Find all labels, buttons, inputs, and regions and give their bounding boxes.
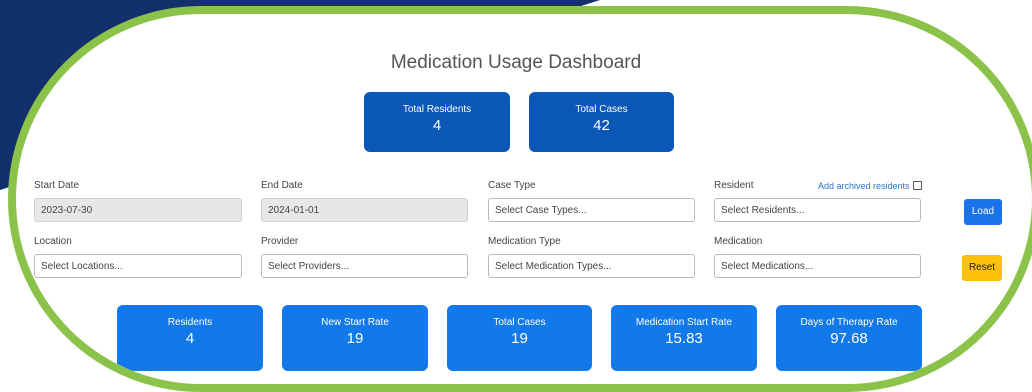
- resident-label: Resident: [714, 180, 754, 191]
- kpi-total-cases: Total Cases 42: [529, 92, 674, 152]
- kpi-label: Total Cases: [493, 317, 546, 328]
- resident-select[interactable]: Select Residents...: [714, 198, 921, 222]
- kpi-value: 42: [593, 117, 610, 134]
- provider-select[interactable]: Select Providers...: [261, 254, 468, 278]
- archived-label[interactable]: Add archived residents: [818, 181, 910, 191]
- start-date-field[interactable]: 2023-07-30: [34, 198, 242, 222]
- medication-type-select[interactable]: Select Medication Types...: [488, 254, 695, 278]
- medication-select[interactable]: Select Medications...: [714, 254, 921, 278]
- medication-label: Medication: [714, 236, 763, 247]
- location-select[interactable]: Select Locations...: [34, 254, 242, 278]
- kpi-value: 19: [511, 330, 528, 347]
- location-label: Location: [34, 236, 72, 247]
- kpi-label: New Start Rate: [321, 317, 389, 328]
- kpi-label: Medication Start Rate: [635, 317, 733, 328]
- kpi-residents: Residents 4: [117, 305, 263, 371]
- kpi-label: Total Residents: [402, 104, 472, 115]
- kpi-label: Days of Therapy Rate: [800, 317, 898, 328]
- start-date-label: Start Date: [34, 180, 80, 191]
- add-archived-residents[interactable]: Add archived residents: [818, 181, 922, 191]
- medication-type-label: Medication Type: [488, 236, 561, 247]
- kpi-days-of-therapy-rate: Days of Therapy Rate 97.68: [776, 305, 922, 371]
- load-button[interactable]: Load: [964, 199, 1002, 225]
- provider-label: Provider: [261, 236, 299, 247]
- reset-button[interactable]: Reset: [962, 255, 1002, 281]
- page-title: Medication Usage Dashboard: [390, 52, 642, 73]
- case-type-select[interactable]: Select Case Types...: [488, 198, 695, 222]
- end-date-field[interactable]: 2024-01-01: [261, 198, 468, 222]
- case-type-label: Case Type: [488, 180, 536, 191]
- kpi-label: Total Cases: [575, 104, 628, 115]
- kpi-total-cases-bottom: Total Cases 19: [447, 305, 592, 371]
- kpi-value: 4: [432, 117, 442, 134]
- kpi-value: 4: [185, 330, 195, 347]
- kpi-value: 19: [346, 330, 364, 347]
- dashboard-frame: Medication Usage Dashboard Total Residen…: [8, 6, 1032, 392]
- kpi-total-residents: Total Residents 4: [364, 92, 510, 152]
- kpi-value: 97.68: [830, 330, 868, 347]
- archived-checkbox[interactable]: [912, 181, 922, 190]
- kpi-value: 15.83: [665, 330, 703, 347]
- dashboard-content: Medication Usage Dashboard Total Residen…: [16, 14, 1032, 371]
- kpi-medication-start-rate: Medication Start Rate 15.83: [611, 305, 757, 371]
- end-date-label: End Date: [261, 180, 303, 191]
- kpi-new-start-rate: New Start Rate 19: [282, 305, 428, 371]
- kpi-label: Residents: [167, 317, 213, 328]
